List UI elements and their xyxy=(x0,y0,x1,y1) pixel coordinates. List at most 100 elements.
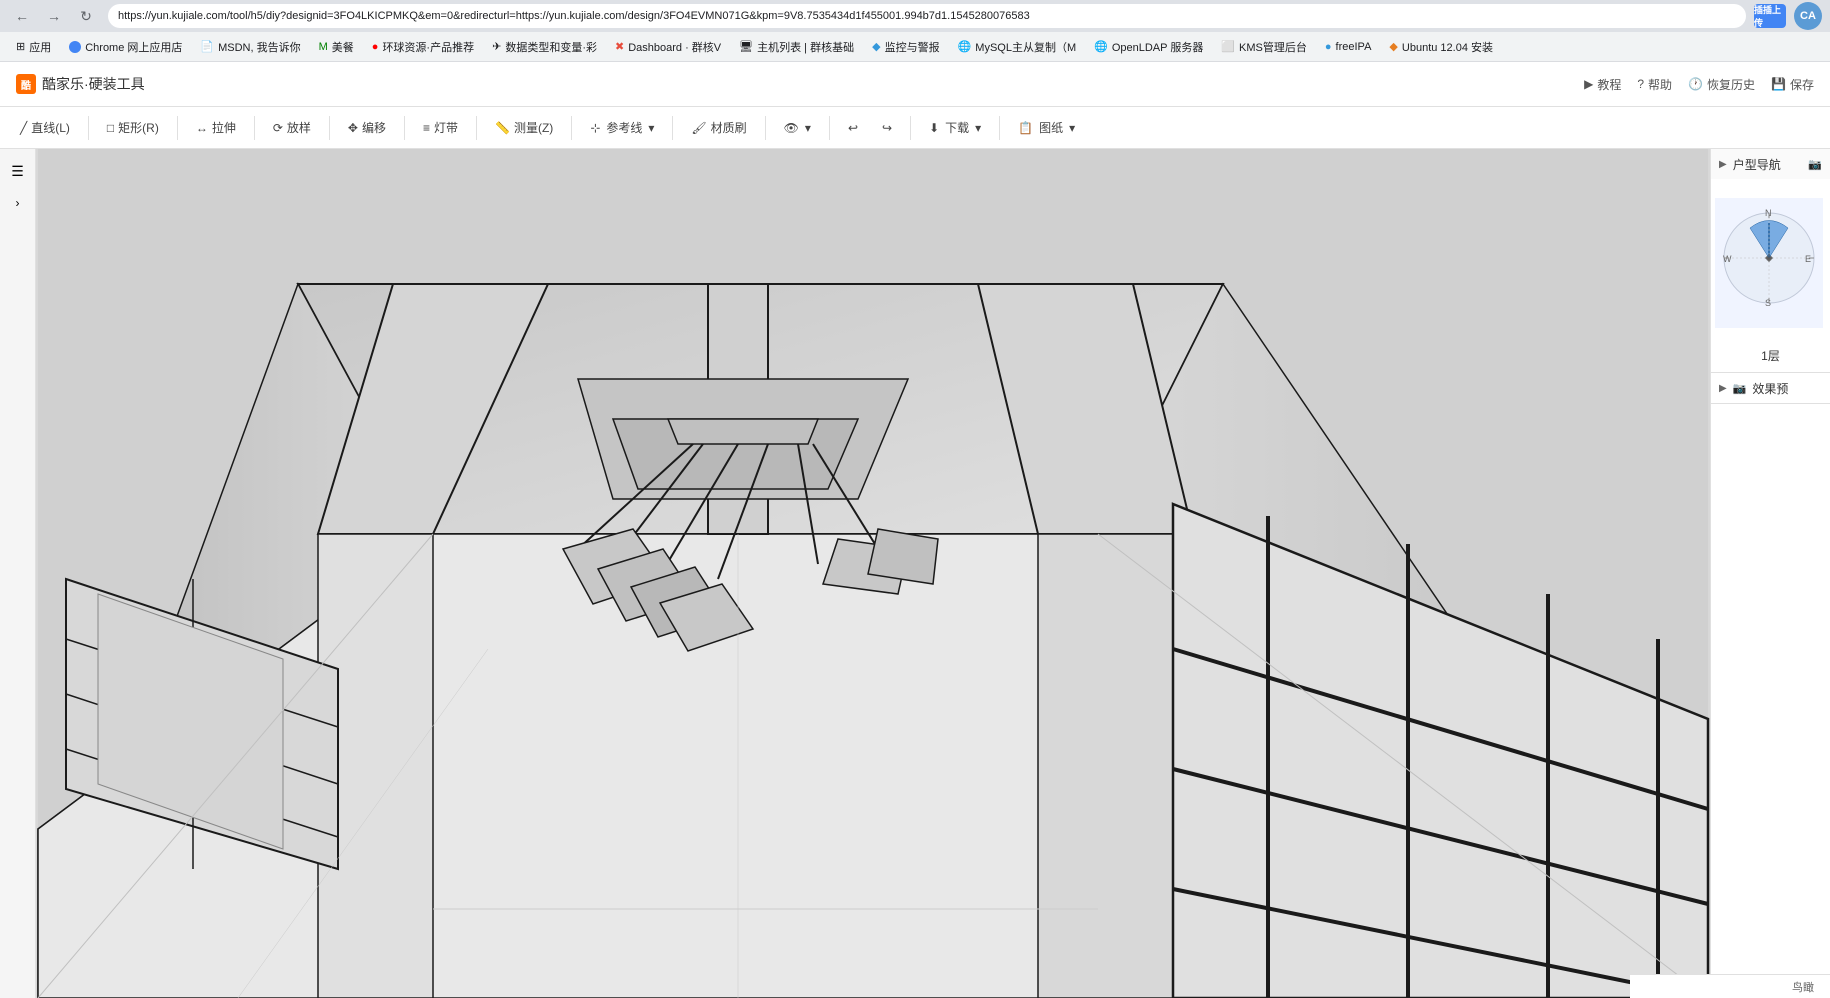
bookmark-kms[interactable]: ⬜ KMS管理后台 xyxy=(1213,35,1315,59)
sidebar-toggle-button[interactable]: ☰ xyxy=(4,157,32,185)
toolbar: ╱ 直线(L) □ 矩形(R) ↔ 拉伸 ⟳ 放样 ✥ 编移 ≡ 灯带 📏 测量… xyxy=(0,107,1830,149)
view-tool[interactable]: 👁 ▾ xyxy=(774,112,821,144)
separator-4 xyxy=(329,116,330,140)
huanqiu-icon: ● xyxy=(372,41,379,53)
openldap-icon: 🌐 xyxy=(1094,40,1108,53)
right-panel: ▶ 户型导航 📷 N S W E xyxy=(1710,149,1830,998)
bookmark-huanqiu[interactable]: ● 环球资源·产品推荐 xyxy=(364,35,482,59)
measure-tool[interactable]: 📏 测量(Z) xyxy=(485,112,563,144)
back-button[interactable]: ← xyxy=(8,4,36,28)
effect-section: ▶ 📷 效果预 xyxy=(1711,373,1830,404)
line-icon: ╱ xyxy=(20,121,27,135)
kms-icon: ⬜ xyxy=(1221,40,1235,53)
tutorial-icon: ▶ xyxy=(1584,77,1593,91)
nav-section: ▶ 户型导航 📷 N S W E xyxy=(1711,149,1830,373)
view-mode-label: 鸟瞰 xyxy=(1792,979,1814,995)
address-bar[interactable]: https://yun.kujiale.com/tool/h5/diy?desi… xyxy=(108,4,1746,28)
main-area: ☰ › xyxy=(0,149,1830,998)
undo-button[interactable]: ↩ xyxy=(838,112,868,144)
guideline-tool[interactable]: ⊹ 参考线 ▾ xyxy=(580,112,664,144)
app-title: 酷家乐·硬装工具 xyxy=(42,74,145,94)
left-sidebar: ☰ › xyxy=(0,149,36,998)
save-button[interactable]: 💾 保存 xyxy=(1771,76,1814,93)
separator-5 xyxy=(404,116,405,140)
bookmark-openldap[interactable]: 🌐 OpenLDAP 服务器 xyxy=(1086,35,1211,59)
separator-7 xyxy=(571,116,572,140)
bookmark-meican[interactable]: M 美餐 xyxy=(311,35,362,59)
redo-button[interactable]: ↪ xyxy=(872,112,902,144)
rect-tool[interactable]: □ 矩形(R) xyxy=(97,112,169,144)
chrome-store-icon xyxy=(69,41,81,53)
bookmark-datatypes[interactable]: ✈ 数据类型和变量·彩 xyxy=(484,35,605,59)
bookmark-dashboard[interactable]: ✖ Dashboard · 群核V xyxy=(607,35,729,59)
msdn-icon: 📄 xyxy=(200,40,214,53)
nav-compass-svg: N S W E xyxy=(1715,198,1823,328)
stretch-tool[interactable]: ↔ 拉伸 xyxy=(186,112,246,144)
status-bar: 鸟瞰 xyxy=(1630,974,1830,998)
blueprint-dropdown-icon: ▾ xyxy=(1069,121,1075,135)
loft-icon: ⟳ xyxy=(273,121,283,135)
chevron-right-icon: › xyxy=(16,196,20,210)
nav-toggle-icon: ▶ xyxy=(1719,159,1727,170)
line-tool[interactable]: ╱ 直线(L) xyxy=(10,112,80,144)
app-header: 酷 酷家乐·硬装工具 ▶ 教程 ? 帮助 🕐 恢复历史 💾 保存 xyxy=(0,62,1830,107)
guideline-icon: ⊹ xyxy=(590,121,600,135)
history-button[interactable]: 🕐 恢复历史 xyxy=(1688,76,1755,93)
sidebar-expand-button[interactable]: › xyxy=(4,189,32,217)
svg-text:S: S xyxy=(1765,298,1771,308)
effect-camera-icon: 📷 xyxy=(1733,382,1747,395)
download-icon: ⬇ xyxy=(929,121,939,135)
nav-panel-content: N S W E xyxy=(1711,179,1830,372)
separator-1 xyxy=(88,116,89,140)
help-button[interactable]: ? 帮助 xyxy=(1637,76,1672,93)
lightstrip-tool[interactable]: ≡ 灯带 xyxy=(413,112,468,144)
bookmark-hostlist[interactable]: 🖥 主机列表 | 群核基础 xyxy=(731,35,862,59)
ubuntu-icon: ◆ xyxy=(1389,40,1397,53)
undo-icon: ↩ xyxy=(848,121,858,135)
download-button[interactable]: ⬇ 下载 ▾ xyxy=(919,112,991,144)
loft-tool[interactable]: ⟳ 放样 xyxy=(263,112,321,144)
separator-10 xyxy=(829,116,830,140)
material-tool[interactable]: 🖌 材质刷 xyxy=(681,112,756,144)
bookmarks-bar: ⊞ 应用 Chrome 网上应用店 📄 MSDN, 我告诉你 M 美餐 ● 环球… xyxy=(0,32,1830,62)
nav-panel-header[interactable]: ▶ 户型导航 📷 xyxy=(1711,149,1830,179)
monitor-icon: ◆ xyxy=(872,40,880,53)
bookmark-monitor[interactable]: ◆ 监控与警报 xyxy=(864,35,947,59)
bookmark-ubuntu[interactable]: ◆ Ubuntu 12.04 安装 xyxy=(1381,35,1501,59)
blueprint-icon: 📋 xyxy=(1018,121,1033,135)
view-dropdown-icon: ▾ xyxy=(805,121,811,135)
hostlist-icon: 🖥 xyxy=(739,40,753,53)
bookmark-chrome-store[interactable]: Chrome 网上应用店 xyxy=(61,35,190,59)
guideline-dropdown-icon: ▾ xyxy=(648,121,654,135)
extension-button[interactable]: 插插上传 xyxy=(1754,4,1786,28)
effect-panel-header[interactable]: ▶ 📷 效果预 xyxy=(1711,373,1830,403)
effect-panel-title: 效果预 xyxy=(1752,380,1822,397)
forward-button[interactable]: → xyxy=(40,4,68,28)
browser-title-bar: ← → ↻ https://yun.kujiale.com/tool/h5/di… xyxy=(0,0,1830,32)
dashboard-icon: ✖ xyxy=(615,40,624,53)
meican-icon: M xyxy=(319,41,328,53)
apps-icon: ⊞ xyxy=(16,40,25,53)
menu-icon: ☰ xyxy=(11,163,24,180)
mysql-icon: 🌐 xyxy=(958,40,972,53)
bookmark-freeipa[interactable]: ● freeIPA xyxy=(1317,35,1380,59)
user-avatar[interactable]: CA xyxy=(1794,2,1822,30)
nav-panel-title: 户型导航 xyxy=(1733,156,1803,173)
blueprint-button[interactable]: 📋 图纸 ▾ xyxy=(1008,112,1085,144)
tutorial-button[interactable]: ▶ 教程 xyxy=(1584,76,1621,93)
svg-text:N: N xyxy=(1765,208,1772,218)
separator-3 xyxy=(254,116,255,140)
nav-buttons: ← → ↻ xyxy=(8,4,100,28)
bookmark-mysql[interactable]: 🌐 MySQL主从复制（M xyxy=(950,35,1085,59)
nav-widget[interactable]: N S W E xyxy=(1715,183,1823,343)
separator-6 xyxy=(476,116,477,140)
bookmark-msdn[interactable]: 📄 MSDN, 我告诉你 xyxy=(192,35,308,59)
refresh-button[interactable]: ↻ xyxy=(72,4,100,28)
canvas-area[interactable] xyxy=(36,149,1710,998)
app-logo: 酷 酷家乐·硬装工具 xyxy=(16,74,145,94)
offset-tool[interactable]: ✥ 编移 xyxy=(338,112,396,144)
bookmark-apps[interactable]: ⊞ 应用 xyxy=(8,35,59,59)
room-3d-view xyxy=(36,149,1710,998)
view-icon: 👁 xyxy=(784,121,799,135)
redo-icon: ↪ xyxy=(882,121,892,135)
